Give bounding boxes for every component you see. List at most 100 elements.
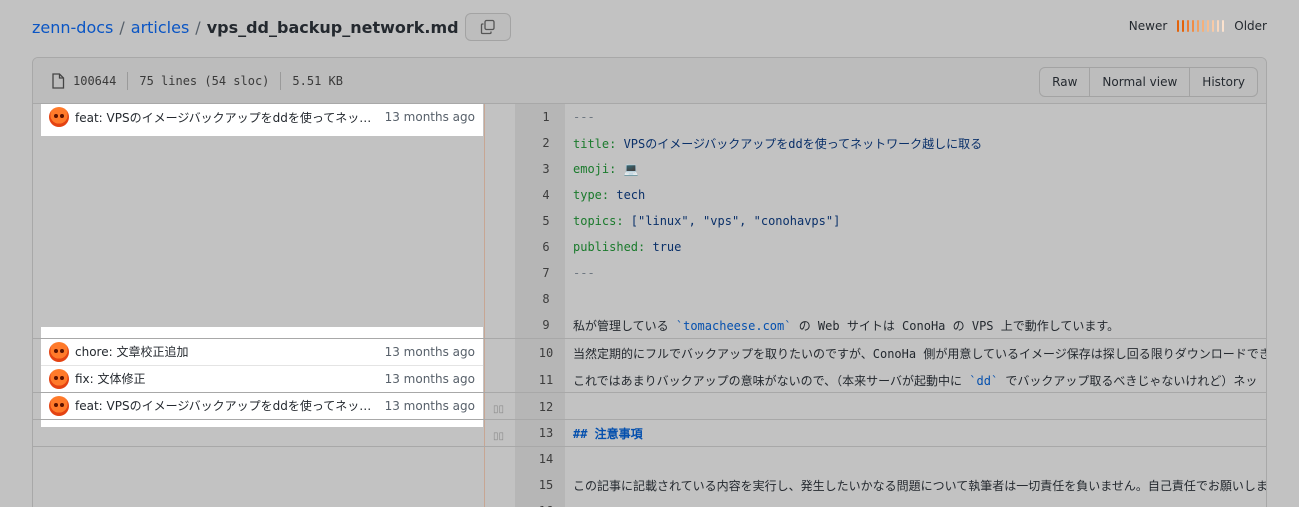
line-number[interactable]: 8 [515,292,565,306]
line-number[interactable]: 4 [515,188,565,202]
line-content: これではあまりバックアップの意味がないので、（本来サーバが起動中に `dd` で… [565,372,1257,389]
code-line: 16 [515,498,1266,507]
code-token: true [652,240,682,254]
line-content: emoji: 💻 [565,162,639,176]
copy-path-button[interactable] [464,13,511,41]
line-content: --- [565,110,595,124]
age-legend-newer-label: Newer [1128,19,1168,33]
commit-message-link[interactable]: feat: VPSのイメージバックアップをddを使ってネット… [75,397,375,414]
code-token: type: [573,188,617,202]
code-token: `tomacheese.com` [675,318,792,333]
code-line: 10 当然定期的にフルでバックアップを取りたいのですが、ConoHa 側が用意して… [515,340,1266,366]
divider [33,338,1266,339]
blame-commit-row[interactable]: chore: 文章校正追加 13 months ago [41,338,483,364]
line-number[interactable]: 7 [515,266,565,280]
file-icon [52,72,65,89]
line-number[interactable]: 2 [515,136,565,150]
code-token: VPSのイメージバックアップをddを使ってネットワーク越しに取る [623,136,983,151]
age-legend-bars [1177,20,1225,32]
file-mode: 100644 [73,73,117,88]
line-number[interactable]: 5 [515,214,565,228]
line-content: この記事に記載されている内容を実行し、発生したいかなる問題について執筆者は一切責… [565,477,1267,494]
line-number[interactable]: 6 [515,240,565,254]
line-content: published: true [565,240,681,254]
code-token: `dd` [969,373,999,388]
age-legend-older-label: Older [1234,19,1267,33]
commit-time: 13 months ago [384,344,475,359]
line-number[interactable]: 11 [515,373,565,387]
commit-message-link[interactable]: feat: VPSのイメージバックアップをddを使ってネット… [75,109,375,126]
code-token: ## 注意事項 [573,426,643,441]
code-token: 当然定期的にフルでバックアップを取りたいのですが、ConoHa 側が用意している… [573,346,1267,361]
file-size: 5.51 KB [292,73,343,88]
line-content: 私が管理している `tomacheese.com` の Web サイトは Con… [565,317,1119,334]
code-token: --- [573,110,595,124]
code-token: topics: [573,214,631,228]
line-content: title: VPSのイメージバックアップをddを使ってネットワーク越しに取る [565,135,982,152]
blame-commit-row[interactable]: fix: 文体修正 13 months ago [41,365,483,391]
line-number[interactable]: 9 [515,318,565,332]
commit-time: 13 months ago [384,110,475,124]
breadcrumb-repo-link[interactable]: zenn-docs [32,18,113,37]
reblame-icon[interactable]: ▯▯ [493,430,511,442]
code-line: 13 ## 注意事項 [515,420,1266,446]
code-line: 15 この記事に記載されている内容を実行し、発生したいかなる問題について執筆者は一… [515,472,1266,498]
code-token: --- [573,266,595,280]
blame-commit-row[interactable]: feat: VPSのイメージバックアップをddを使ってネット… 13 month… [41,104,483,130]
breadcrumb-folder-link[interactable]: articles [131,18,190,37]
age-legend-bar [1222,20,1225,32]
code-line: 7 --- [515,260,1266,286]
commit-time: 13 months ago [384,398,475,413]
line-number[interactable]: 10 [515,346,565,360]
age-legend-bar [1197,20,1200,32]
code-line: 3 emoji: 💻 [515,156,1266,182]
age-legend-bar [1207,20,1210,32]
breadcrumb: zenn-docs / articles / vps_dd_backup_net… [32,13,511,41]
age-legend-bar [1182,20,1185,32]
avatar[interactable] [49,368,69,389]
commit-message-link[interactable]: chore: 文章校正追加 [75,343,375,360]
code-line: 2 title: VPSのイメージバックアップをddを使ってネットワーク越しに取る [515,130,1266,156]
line-number[interactable]: 15 [515,478,565,492]
blame-commit-row[interactable]: feat: VPSのイメージバックアップをddを使ってネット… 13 month… [41,392,483,418]
copy-icon [480,19,495,35]
line-content: --- [565,266,595,280]
code-token: 私が管理している [573,318,676,333]
line-number[interactable]: 12 [515,400,565,414]
code-line: 4 type: tech [515,182,1266,208]
normal-view-button[interactable]: Normal view [1089,68,1189,96]
reblame-icon[interactable]: ▯▯ [493,403,511,415]
line-number[interactable]: 13 [515,426,565,440]
code-token: ["linux", "vps", "conohavps"] [630,214,841,228]
code-token: この記事に記載されている内容を実行し、発生したいかなる問題について執筆者は一切責… [573,478,1267,493]
code-token: これではあまりバックアップの意味がないので、（本来サーバが起動中に [573,373,970,388]
avatar[interactable] [49,341,69,362]
code-line: 11 これではあまりバックアップの意味がないので、（本来サーバが起動中に `dd`… [515,367,1266,393]
line-number[interactable]: 1 [515,110,565,124]
code-line: 6 published: true [515,234,1266,260]
avatar[interactable] [49,395,69,416]
line-number[interactable]: 14 [515,452,565,466]
file-line-count: 75 lines (54 sloc) [139,73,270,88]
code-line: 12 [515,394,1266,420]
code-token: の Web サイトは ConoHa の VPS 上で動作しています。 [791,318,1120,333]
age-legend-bar [1192,20,1195,32]
code-token: tech [616,188,646,202]
divider [127,71,129,90]
code-line: 5 topics: ["linux", "vps", "conohavps"] [515,208,1266,234]
age-legend-bar [1187,20,1190,32]
code-token: 💻 [623,162,639,176]
code-token: published: [573,240,653,254]
line-content: type: tech [565,188,645,202]
code-token: title: [573,136,624,151]
avatar[interactable] [49,107,69,127]
history-button[interactable]: History [1189,68,1257,96]
code-token: でバックアップ取るべきじゃないけれど）ネッ [998,373,1258,388]
line-number[interactable]: 3 [515,162,565,176]
commit-message-link[interactable]: fix: 文体修正 [75,370,375,387]
code-line: 8 [515,286,1266,312]
file-header: 100644 75 lines (54 sloc) 5.51 KB Raw No… [33,58,1266,104]
raw-button[interactable]: Raw [1040,68,1089,96]
breadcrumb-file-name: vps_dd_backup_network.md [206,17,459,37]
file-actions: Raw Normal view History [1039,67,1258,97]
